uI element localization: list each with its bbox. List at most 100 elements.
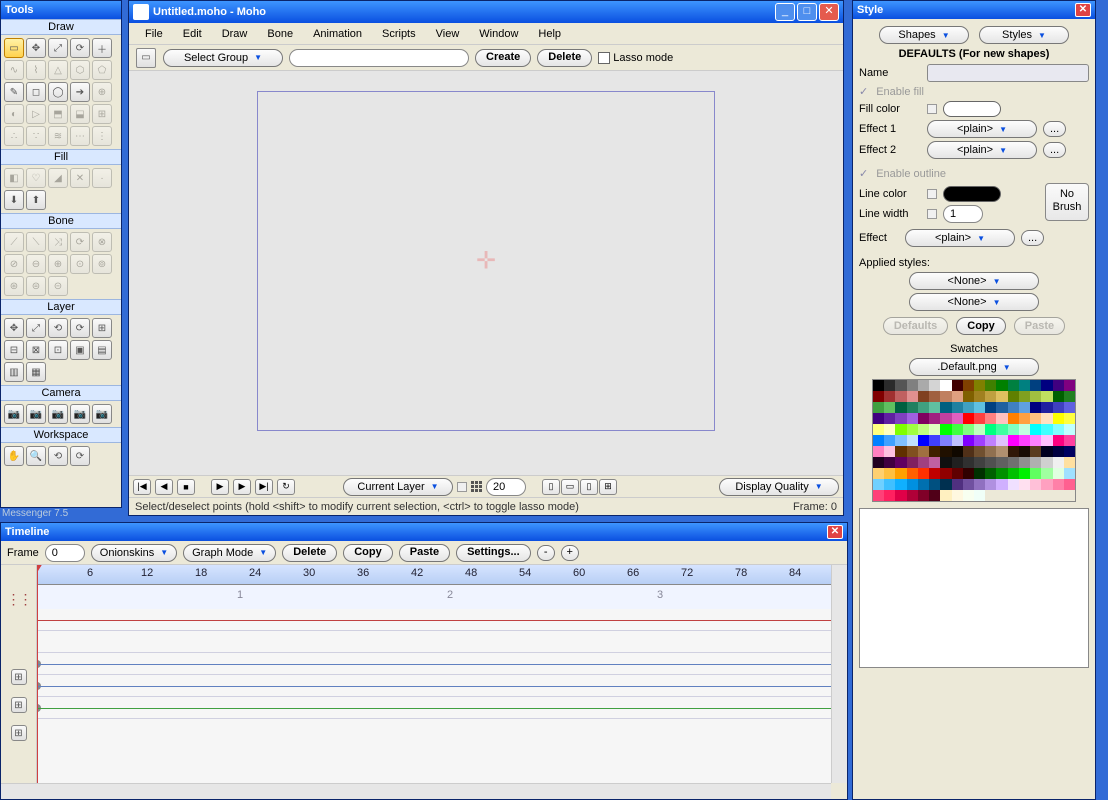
channel-points-icon[interactable]	[7, 591, 31, 608]
layer-t8[interactable]: ⊡	[48, 340, 68, 360]
tool-d9[interactable]: ⬒	[48, 104, 68, 124]
swatch-color[interactable]	[1041, 402, 1052, 413]
swatch-color[interactable]	[952, 479, 963, 490]
track-1[interactable]	[37, 609, 847, 631]
swatch-color[interactable]	[1064, 479, 1075, 490]
swatch-color[interactable]	[940, 413, 951, 424]
swatch-color[interactable]	[974, 490, 985, 501]
swatch-color[interactable]	[873, 424, 884, 435]
swatch-color[interactable]	[952, 446, 963, 457]
marquee-icon[interactable]: ▭	[136, 48, 156, 68]
swatch-color[interactable]	[873, 402, 884, 413]
swatch-color[interactable]	[929, 479, 940, 490]
fill-color-swatch[interactable]	[943, 101, 1001, 117]
swatch-color[interactable]	[873, 490, 884, 501]
tool-d2[interactable]: ⌇	[26, 60, 46, 80]
swatch-color[interactable]	[974, 457, 985, 468]
effect2-more-button[interactable]: ...	[1043, 142, 1066, 158]
swatch-color[interactable]	[895, 468, 906, 479]
swatch-color[interactable]	[918, 391, 929, 402]
effect2-dropdown[interactable]: <plain>	[927, 141, 1037, 159]
bone-t4[interactable]: ⟳	[70, 232, 90, 252]
fill-t2[interactable]: ♡	[26, 168, 46, 188]
loop-button[interactable]: ↻	[277, 479, 295, 495]
swatch-color[interactable]	[1053, 435, 1064, 446]
menu-animation[interactable]: Animation	[303, 26, 372, 42]
swatch-color[interactable]	[963, 424, 974, 435]
tl-delete-button[interactable]: Delete	[282, 544, 337, 562]
swatch-color[interactable]	[974, 391, 985, 402]
swatch-color[interactable]	[895, 490, 906, 501]
layer-t1[interactable]: ✥	[4, 318, 24, 338]
swatch-color[interactable]	[1008, 391, 1019, 402]
swatch-color[interactable]	[895, 457, 906, 468]
goto-start-button[interactable]: |◀	[133, 479, 151, 495]
swatch-color[interactable]	[1030, 446, 1041, 457]
style-close-button[interactable]: ✕	[1075, 3, 1091, 17]
opt-chk-1[interactable]	[457, 482, 467, 492]
swatch-color[interactable]	[1008, 424, 1019, 435]
swatch-color[interactable]	[873, 413, 884, 424]
menu-scripts[interactable]: Scripts	[372, 26, 426, 42]
menu-bone[interactable]: Bone	[257, 26, 303, 42]
bone-t8[interactable]: ⊕	[48, 254, 68, 274]
swatch-color[interactable]	[996, 413, 1007, 424]
zoom-tool[interactable]: 🔍	[26, 446, 46, 466]
swatch-color[interactable]	[985, 391, 996, 402]
line-effect-more-button[interactable]: ...	[1021, 230, 1044, 246]
swatch-color[interactable]	[940, 490, 951, 501]
tool-d14[interactable]: ≋	[48, 126, 68, 146]
cam-t4[interactable]: 📷	[70, 404, 90, 424]
bone-t1[interactable]: ⟋	[4, 232, 24, 252]
swatch-color[interactable]	[963, 402, 974, 413]
swatch-color[interactable]	[1041, 413, 1052, 424]
swatch-color[interactable]	[1053, 446, 1064, 457]
swatch-color[interactable]	[1064, 435, 1075, 446]
layer-t3[interactable]: ⟲	[48, 318, 68, 338]
swatch-color[interactable]	[985, 424, 996, 435]
swatch-color[interactable]	[884, 380, 895, 391]
swatch-color[interactable]	[895, 391, 906, 402]
swatch-color[interactable]	[1053, 402, 1064, 413]
swatch-color[interactable]	[1030, 435, 1041, 446]
view-1[interactable]: ▯	[542, 479, 560, 495]
swatch-color[interactable]	[929, 391, 940, 402]
rotate-view-tool[interactable]: ⟲	[48, 446, 68, 466]
swatch-color[interactable]	[963, 391, 974, 402]
create-button[interactable]: Create	[475, 49, 531, 67]
rotate-tool[interactable]: ⟳	[70, 38, 90, 58]
swatch-color[interactable]	[1019, 446, 1030, 457]
menu-edit[interactable]: Edit	[173, 26, 212, 42]
swatch-color[interactable]	[940, 479, 951, 490]
swatch-color[interactable]	[1008, 479, 1019, 490]
menu-window[interactable]: Window	[469, 26, 528, 42]
rectangle-tool[interactable]: ◻	[26, 82, 46, 102]
paste-style-button[interactable]: Paste	[1014, 317, 1065, 335]
bone-t5[interactable]: ⊗	[92, 232, 112, 252]
swatch-color[interactable]	[895, 435, 906, 446]
maximize-button[interactable]: □	[797, 3, 817, 21]
swatch-color[interactable]	[929, 446, 940, 457]
effect1-dropdown[interactable]: <plain>	[927, 120, 1037, 138]
swatch-color[interactable]	[1008, 457, 1019, 468]
minimize-button[interactable]: _	[775, 3, 795, 21]
swatch-color[interactable]	[1030, 391, 1041, 402]
swatch-color[interactable]	[1008, 402, 1019, 413]
swatch-color[interactable]	[1053, 479, 1064, 490]
swatch-color[interactable]	[1064, 380, 1075, 391]
translate-tool[interactable]: ✥	[26, 38, 46, 58]
swatch-color[interactable]	[1064, 468, 1075, 479]
stop-button[interactable]: ■	[177, 479, 195, 495]
swatch-color[interactable]	[1053, 413, 1064, 424]
swatch-color[interactable]	[996, 468, 1007, 479]
layer-t10[interactable]: ▤	[92, 340, 112, 360]
track-3[interactable]	[37, 675, 847, 697]
swatch-color[interactable]	[963, 490, 974, 501]
swatch-color[interactable]	[918, 446, 929, 457]
bone-t10[interactable]: ⊚	[92, 254, 112, 274]
timeline-ruler[interactable]: 612182430364248546066727884	[37, 565, 847, 585]
swatch-color[interactable]	[1053, 468, 1064, 479]
layer-scope-dropdown[interactable]: Current Layer	[343, 478, 453, 496]
swatch-color[interactable]	[895, 446, 906, 457]
swatch-color[interactable]	[884, 402, 895, 413]
